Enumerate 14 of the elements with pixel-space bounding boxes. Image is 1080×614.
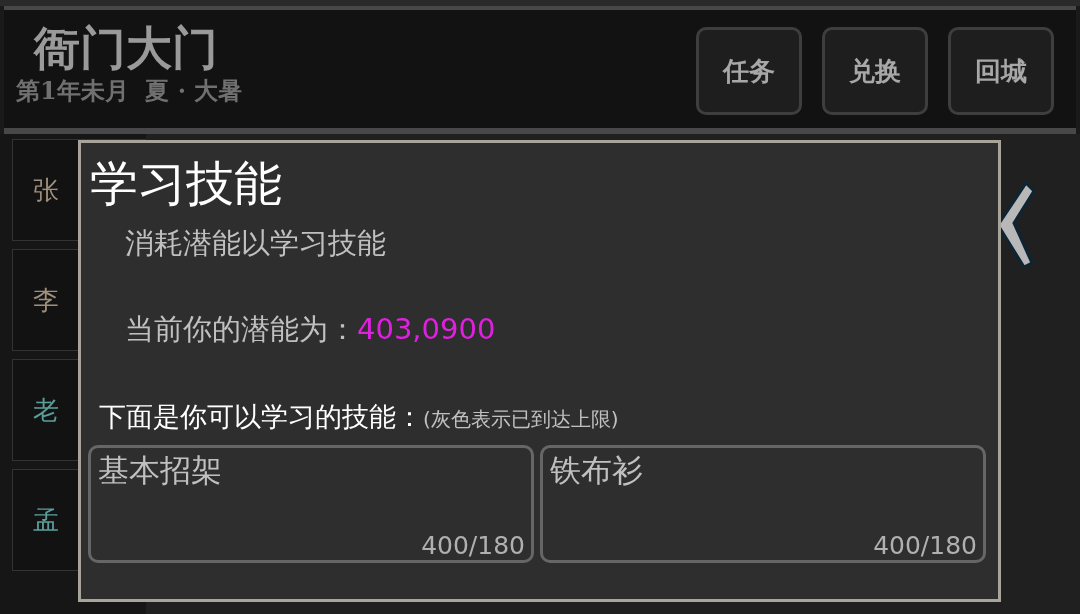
potential-value: 403,0900 bbox=[357, 311, 496, 348]
potential-label: 当前你的潜能为： bbox=[125, 311, 357, 348]
skill-list-note: (灰色表示已到达上限) bbox=[423, 406, 619, 433]
skill-name: 基本招架 bbox=[97, 451, 222, 490]
location-title: 衙门大门 bbox=[32, 20, 219, 76]
date-label: 第1年未月 夏 · 大暑 bbox=[16, 76, 243, 106]
dialog-title: 学习技能 bbox=[89, 154, 282, 213]
skill-name: 铁布衫 bbox=[549, 451, 643, 490]
npc-name: 李 bbox=[33, 283, 59, 317]
npc-name: 张 bbox=[33, 173, 59, 207]
npc-name: 孟 bbox=[33, 503, 59, 537]
dialog-subtitle: 消耗潜能以学习技能 bbox=[124, 225, 386, 262]
npc-name: 老 bbox=[33, 393, 59, 427]
skill-list-heading: 下面是你可以学习的技能： bbox=[99, 400, 423, 434]
